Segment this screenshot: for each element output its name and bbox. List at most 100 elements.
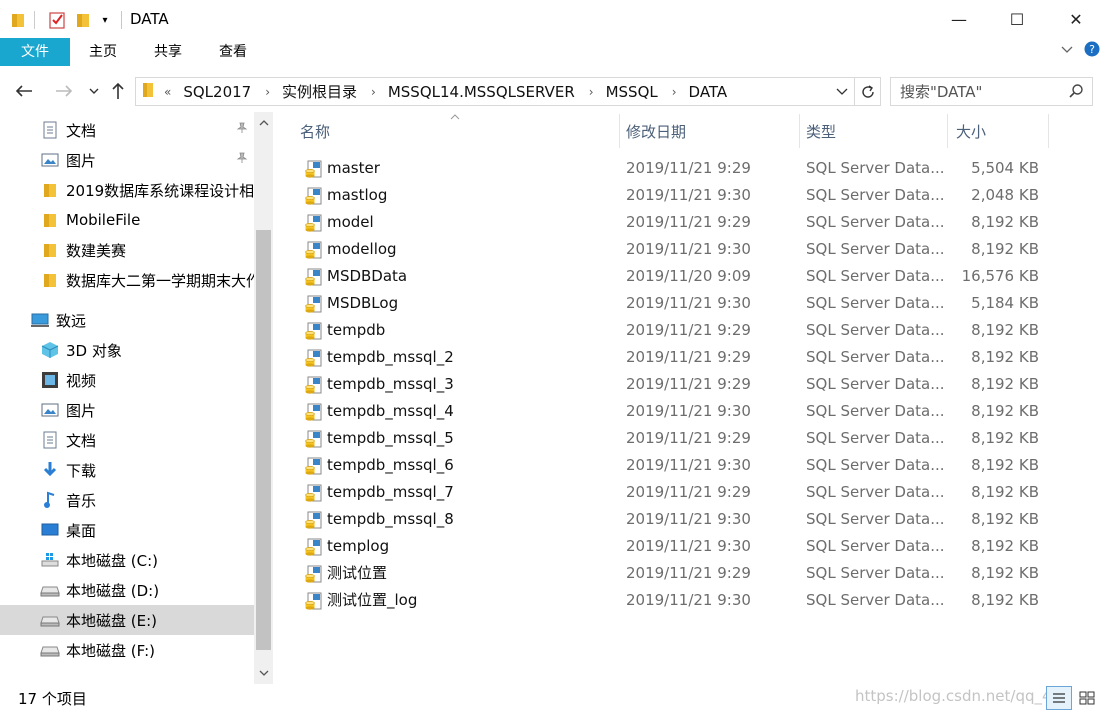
file-row[interactable]: MSDBData 2019/11/20 9:09 SQL Server Data..… — [290, 263, 1050, 290]
file-row[interactable]: 测试位置_log 2019/11/21 9:30 SQL Server Data..… — [290, 587, 1050, 614]
sidebar-item[interactable]: 图片 — [0, 395, 254, 425]
refresh-icon[interactable] — [855, 77, 881, 106]
sidebar-item[interactable]: 音乐 — [0, 485, 254, 515]
tab-view[interactable]: 查看 — [208, 38, 258, 66]
file-row[interactable]: tempdb_mssql_4 2019/11/21 9:30 SQL Server … — [290, 398, 1050, 425]
sidebar-item[interactable]: 数据库大二第一学期期末大作 — [0, 265, 254, 295]
breadcrumb-instance-root[interactable]: 实例根目录 — [282, 81, 357, 102]
file-type: SQL Server Data... — [806, 591, 945, 609]
tab-share[interactable]: 共享 — [143, 38, 193, 66]
sidebar-item[interactable]: 图片 — [0, 145, 254, 175]
overflow-crumb[interactable]: « — [164, 85, 171, 99]
file-row[interactable]: tempdb_mssql_8 2019/11/21 9:30 SQL Server … — [290, 506, 1050, 533]
breadcrumb-sql2017[interactable]: SQL2017 — [183, 83, 251, 101]
file-row[interactable]: modellog 2019/11/21 9:30 SQL Server Data..… — [290, 236, 1050, 263]
maximize-button[interactable]: ☐ — [988, 0, 1046, 38]
file-name: tempdb_mssql_4 — [327, 402, 454, 420]
sidebar-item[interactable]: 本地磁盘 (F:) — [0, 635, 254, 665]
folder-icon — [40, 181, 60, 199]
search-input[interactable]: 搜索"DATA" — [890, 77, 1093, 106]
file-date: 2019/11/21 9:29 — [626, 213, 751, 231]
address-bar[interactable]: « SQL2017 › 实例根目录 › MSSQL14.MSSQLSERVER … — [135, 77, 855, 106]
back-icon[interactable] — [12, 78, 36, 104]
sidebar-item[interactable]: 数建美赛 — [0, 235, 254, 265]
sidebar-item[interactable]: 文档 — [0, 425, 254, 455]
breadcrumb-data[interactable]: DATA — [689, 83, 728, 101]
sidebar-item[interactable]: 文档 — [0, 115, 254, 145]
sidebar-item-label: 2019数据库系统课程设计相 — [66, 181, 254, 200]
tab-file[interactable]: 文件 — [0, 38, 70, 66]
file-type: SQL Server Data... — [806, 483, 945, 501]
file-row[interactable]: mastlog 2019/11/21 9:30 SQL Server Data...… — [290, 182, 1050, 209]
column-type[interactable]: 类型 — [796, 116, 946, 148]
column-date[interactable]: 修改日期 — [616, 116, 796, 148]
file-row[interactable]: 测试位置 2019/11/21 9:29 SQL Server Data... 8,1… — [290, 560, 1050, 587]
sidebar-item[interactable]: 下载 — [0, 455, 254, 485]
file-type: SQL Server Data... — [806, 159, 945, 177]
sidebar-item-label: 下载 — [66, 461, 97, 480]
scroll-down-icon[interactable] — [254, 664, 273, 682]
database-file-icon — [304, 160, 322, 178]
large-icons-view-icon[interactable] — [1074, 686, 1100, 710]
chevron-right-icon[interactable]: › — [672, 85, 677, 99]
forward-icon[interactable] — [52, 78, 76, 104]
file-name-cell: tempdb_mssql_8 — [304, 506, 454, 533]
chevron-right-icon[interactable]: › — [589, 85, 594, 99]
file-row[interactable]: templog 2019/11/21 9:30 SQL Server Data...… — [290, 533, 1050, 560]
file-row[interactable]: tempdb 2019/11/21 9:29 SQL Server Data... 8… — [290, 317, 1050, 344]
minimize-button[interactable]: — — [930, 0, 988, 38]
sidebar-item[interactable]: MobileFile — [0, 205, 254, 235]
file-type: SQL Server Data... — [806, 186, 945, 204]
file-row[interactable]: tempdb_mssql_5 2019/11/21 9:29 SQL Server … — [290, 425, 1050, 452]
navigation-bar: « SQL2017 › 实例根目录 › MSSQL14.MSSQLSERVER … — [0, 72, 1107, 110]
file-name-cell: modellog — [304, 236, 397, 263]
sidebar-item[interactable]: 视频 — [0, 365, 254, 395]
database-file-icon — [304, 241, 322, 259]
file-row[interactable]: tempdb_mssql_2 2019/11/21 9:29 SQL Server … — [290, 344, 1050, 371]
sidebar-item[interactable]: 本地磁盘 (C:) — [0, 545, 254, 575]
address-dropdown-icon[interactable] — [830, 78, 854, 105]
file-name-cell: tempdb — [304, 317, 385, 344]
up-icon[interactable] — [106, 78, 130, 104]
file-name: tempdb_mssql_5 — [327, 429, 454, 447]
column-size[interactable]: 大小 — [946, 116, 1046, 148]
sidebar-item[interactable]: 桌面 — [0, 515, 254, 545]
details-view-icon[interactable] — [1046, 686, 1072, 710]
customize-toolbar-icon[interactable]: ▾ — [98, 10, 112, 30]
properties-check-icon[interactable] — [47, 10, 67, 30]
sidebar-item-label: 图片 — [66, 401, 97, 420]
file-row[interactable]: master 2019/11/21 9:29 SQL Server Data... 5… — [290, 155, 1050, 182]
chevron-right-icon[interactable]: › — [265, 85, 270, 99]
sidebar-item[interactable]: 本地磁盘 (E:) — [0, 605, 254, 635]
file-row[interactable]: model 2019/11/21 9:29 SQL Server Data... 8,… — [290, 209, 1050, 236]
expand-ribbon-icon[interactable] — [1060, 42, 1074, 60]
tab-home[interactable]: 主页 — [78, 38, 128, 66]
sidebar-item[interactable]: 3D 对象 — [0, 335, 254, 365]
file-row[interactable]: MSDBLog 2019/11/21 9:30 SQL Server Data...… — [290, 290, 1050, 317]
recent-locations-icon[interactable] — [82, 78, 106, 104]
file-row[interactable]: tempdb_mssql_6 2019/11/21 9:30 SQL Server … — [290, 452, 1050, 479]
file-row[interactable]: tempdb_mssql_7 2019/11/21 9:29 SQL Server … — [290, 479, 1050, 506]
new-folder-icon[interactable] — [74, 10, 92, 30]
file-type: SQL Server Data... — [806, 456, 945, 474]
file-name-cell: tempdb_mssql_3 — [304, 371, 454, 398]
scroll-up-icon[interactable] — [254, 114, 273, 132]
file-row[interactable]: tempdb_mssql_3 2019/11/21 9:29 SQL Server … — [290, 371, 1050, 398]
scroll-thumb[interactable] — [256, 230, 271, 650]
breadcrumb-mssql[interactable]: MSSQL — [606, 83, 658, 101]
close-button[interactable]: ✕ — [1047, 0, 1105, 38]
search-icon[interactable] — [1068, 83, 1084, 103]
help-icon[interactable]: ? — [1084, 41, 1100, 61]
chevron-right-icon[interactable]: › — [371, 85, 376, 99]
watermark: https://blog.csdn.net/qq_43 — [855, 687, 1062, 705]
file-date: 2019/11/21 9:30 — [626, 456, 751, 474]
this-pc-icon — [30, 311, 50, 329]
file-name-cell: tempdb_mssql_4 — [304, 398, 454, 425]
download-icon — [40, 461, 60, 479]
sidebar-scrollbar[interactable] — [254, 112, 273, 684]
file-type: SQL Server Data... — [806, 402, 945, 420]
sidebar-item[interactable]: 2019数据库系统课程设计相 — [0, 175, 254, 205]
sidebar-item[interactable]: 本地磁盘 (D:) — [0, 575, 254, 605]
breadcrumb-mssql14[interactable]: MSSQL14.MSSQLSERVER — [388, 83, 575, 101]
sidebar-item[interactable]: 致远 — [0, 305, 254, 335]
